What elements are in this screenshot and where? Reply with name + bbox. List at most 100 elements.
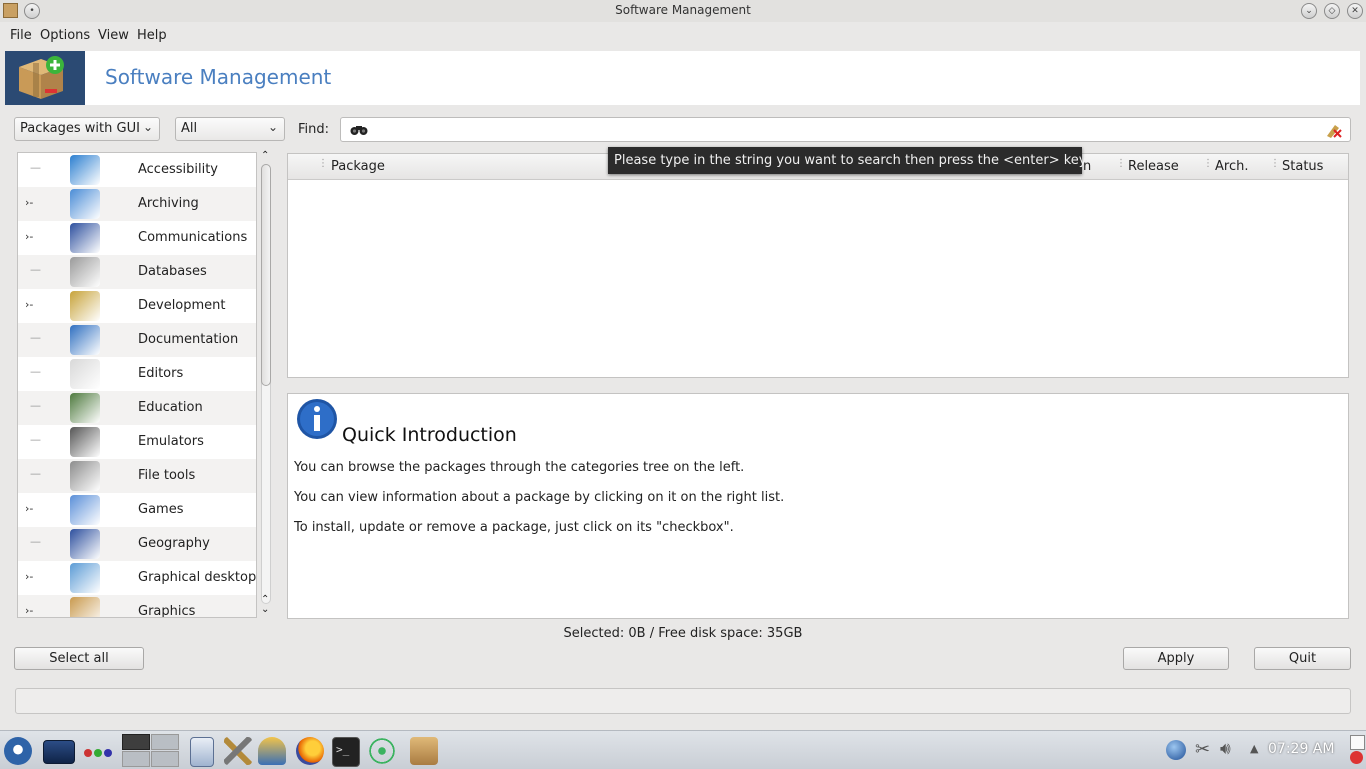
virtual-desktop-1[interactable] [122, 734, 150, 750]
category-item[interactable]: ›- Communications [18, 221, 256, 255]
column-package[interactable]: Package [331, 159, 385, 174]
category-label: Databases [138, 264, 207, 279]
close-button[interactable]: ✕ [1347, 3, 1363, 19]
chevron-down-icon: ⌄ [267, 120, 278, 134]
globe-icon [70, 529, 100, 559]
category-label: Editors [138, 366, 184, 381]
category-label: Communications [138, 230, 248, 245]
category-label: Archiving [138, 196, 199, 211]
category-item[interactable]: — File tools [18, 459, 256, 493]
banner-notch [85, 69, 94, 87]
pane-splitter[interactable] [287, 381, 1349, 389]
accessibility-icon [70, 155, 100, 185]
category-item[interactable]: — Databases [18, 255, 256, 289]
expand-arrow-icon[interactable]: ›- [25, 298, 33, 311]
package-add-icon [19, 56, 64, 99]
expand-arrow-icon[interactable]: ›- [25, 604, 33, 617]
menu-bar: File Options View Help [0, 24, 1366, 48]
quit-button[interactable]: Quit [1254, 647, 1351, 670]
banner-title: Software Management [105, 65, 332, 89]
expand-arrow-icon[interactable]: ›- [25, 230, 33, 243]
window-list-icon[interactable] [1350, 735, 1365, 750]
terminal-icon[interactable]: >_ [332, 737, 360, 767]
scroll-down-icon[interactable]: ⌄ [261, 604, 269, 615]
palette-icon [70, 597, 100, 617]
column-separator[interactable]: ⋮ [318, 158, 328, 169]
category-label: Games [138, 502, 184, 517]
virtual-desktop-2[interactable] [151, 734, 179, 750]
system-settings-icon[interactable] [224, 737, 252, 765]
find-input[interactable] [340, 117, 1351, 142]
group-filter-select[interactable]: Packages with GUI ⌄ [14, 117, 160, 141]
select-all-button[interactable]: Select all [14, 647, 144, 670]
virtual-desktop-4[interactable] [151, 751, 179, 767]
category-item[interactable]: ›- Development [18, 289, 256, 323]
category-tree[interactable]: — Accessibility ›- Archiving ›- Communication… [17, 152, 257, 618]
clear-search-icon[interactable] [1325, 122, 1343, 138]
category-item[interactable]: — Accessibility [18, 153, 256, 187]
scroll-up-icon[interactable]: ⌃ [261, 150, 269, 161]
volume-icon[interactable]: 🔊︎ [1220, 739, 1231, 759]
intro-title: Quick Introduction [342, 424, 517, 446]
chevron-down-icon: ⌄ [142, 120, 153, 134]
virtual-desktop-3[interactable] [122, 751, 150, 767]
category-label: Development [138, 298, 226, 313]
expand-arrow-icon[interactable]: ›- [25, 570, 33, 583]
state-filter-select[interactable]: All ⌄ [175, 117, 285, 141]
power-icon[interactable] [1350, 751, 1363, 764]
minimize-button[interactable]: ⌄ [1301, 3, 1317, 19]
network-globe-icon[interactable] [1166, 740, 1186, 760]
menu-view[interactable]: View [98, 28, 129, 43]
category-label: Graphics [138, 604, 196, 618]
column-status[interactable]: Status [1282, 159, 1323, 174]
category-item[interactable]: — Geography [18, 527, 256, 561]
software-management-task-icon[interactable] [410, 737, 438, 765]
column-separator[interactable]: ⋮ [1116, 158, 1126, 169]
drive-icon [70, 461, 100, 491]
category-item[interactable]: — Editors [18, 357, 256, 391]
apply-button[interactable]: Apply [1123, 647, 1229, 670]
tree-line: — [30, 263, 41, 276]
tray-expand-icon[interactable]: ▲ [1250, 742, 1258, 755]
intro-line-2: You can view information about a package… [294, 490, 785, 505]
category-item[interactable]: — Documentation [18, 323, 256, 357]
column-separator[interactable]: ⋮ [1270, 158, 1280, 169]
category-label: Education [138, 400, 203, 415]
file-manager-icon[interactable] [190, 737, 214, 767]
category-item[interactable]: ›- Graphical desktop [18, 561, 256, 595]
menu-help[interactable]: Help [137, 28, 167, 43]
progress-bar [15, 688, 1351, 714]
category-item[interactable]: — Education [18, 391, 256, 425]
window-titlebar[interactable]: • Software Management ⌄ ◇ ✕ [0, 0, 1366, 22]
expand-arrow-icon[interactable]: ›- [25, 502, 33, 515]
category-tree-scrollbar[interactable]: ⌃ ⌃ ⌄ [258, 150, 274, 618]
menu-file[interactable]: File [10, 28, 32, 43]
expand-arrow-icon[interactable]: ›- [25, 196, 33, 209]
tree-line: — [30, 467, 41, 480]
status-text: Selected: 0B / Free disk space: 35GB [563, 626, 803, 641]
tree-line: — [30, 433, 41, 446]
intro-line-1: You can browse the packages through the … [294, 460, 745, 475]
category-item[interactable]: ›- Games [18, 493, 256, 527]
book-icon [70, 325, 100, 355]
package-table[interactable]: ⋮ Package n ⋮ Release ⋮ Arch. ⋮ Status [287, 153, 1349, 378]
firefox-icon[interactable] [296, 737, 324, 765]
activities-icon[interactable] [83, 747, 113, 762]
menu-options[interactable]: Options [40, 28, 90, 43]
app-launcher-icon[interactable] [4, 737, 32, 765]
column-release[interactable]: Release [1128, 159, 1179, 174]
atom-icon[interactable] [368, 737, 396, 765]
category-item[interactable]: — Emulators [18, 425, 256, 459]
maximize-button[interactable]: ◇ [1324, 3, 1340, 19]
pencil-paper-icon [70, 359, 100, 389]
column-arch[interactable]: Arch. [1215, 159, 1248, 174]
scroll-thumb[interactable] [261, 164, 271, 386]
category-item[interactable]: ›- Graphics [18, 595, 256, 618]
binoculars-icon [350, 126, 368, 135]
column-separator[interactable]: ⋮ [1203, 158, 1213, 169]
clipboard-scissors-icon[interactable]: ✂ [1195, 739, 1210, 760]
clock[interactable]: 07:29 AM [1268, 741, 1334, 757]
show-desktop-icon[interactable] [43, 740, 75, 764]
install-software-icon[interactable] [258, 737, 286, 765]
category-item[interactable]: ›- Archiving [18, 187, 256, 221]
